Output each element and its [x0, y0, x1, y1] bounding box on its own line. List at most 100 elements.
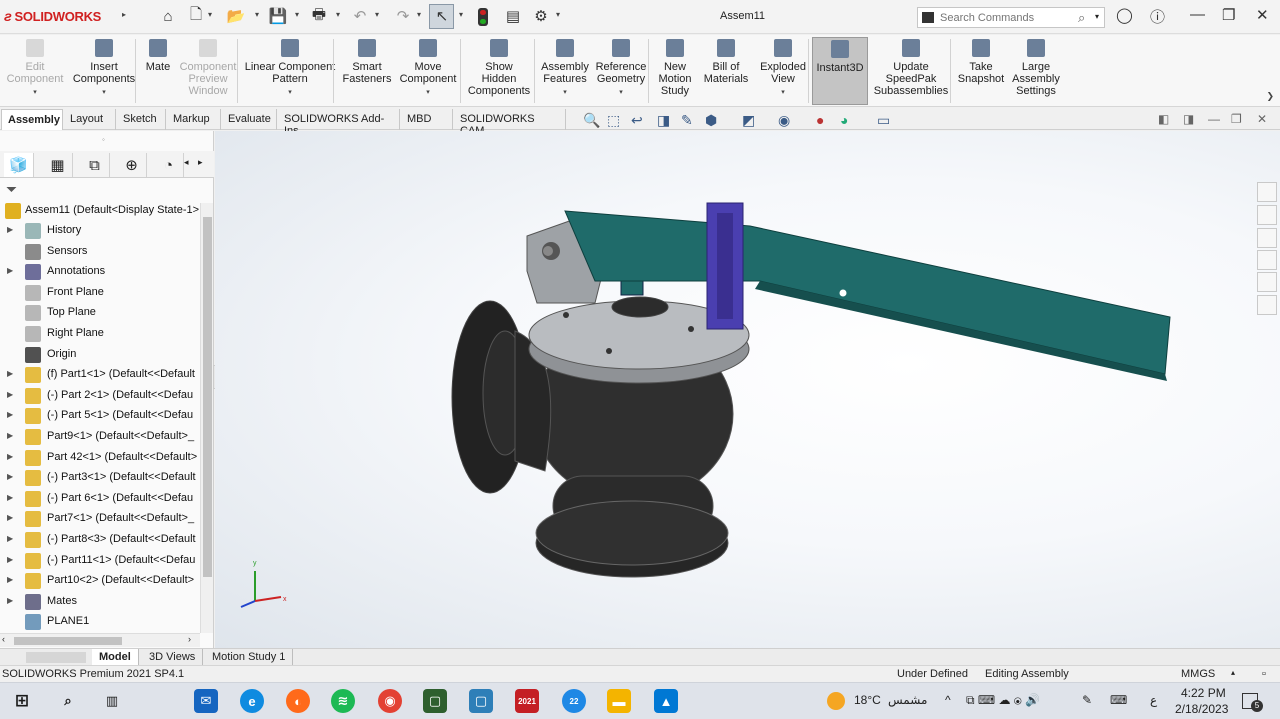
weather-temp[interactable]: 18°C: [854, 693, 881, 707]
component-preview-window-button[interactable]: Component Preview Window: [174, 37, 242, 105]
user-account-icon[interactable]: ◯: [1116, 6, 1133, 24]
tab-3d-views[interactable]: 3D Views: [142, 649, 204, 665]
undo-icon[interactable]: ↶: [350, 6, 370, 26]
language-indicator[interactable]: ع: [1150, 693, 1157, 707]
tree-item[interactable]: ▶ Mates: [0, 592, 200, 612]
chevron-down-icon[interactable]: ▾: [556, 10, 564, 22]
solidworks-logo[interactable]: ƨ SOLIDWORKS: [4, 8, 101, 24]
graphics-area[interactable]: y x: [215, 131, 1280, 648]
hide-show-items-icon[interactable]: ◉: [778, 112, 790, 129]
tab-evaluate[interactable]: Evaluate: [222, 109, 277, 130]
options-gear-icon[interactable]: ⚙: [531, 6, 551, 26]
chevron-down-icon[interactable]: ▾: [459, 10, 467, 22]
chevron-down-icon[interactable]: ▾: [102, 87, 106, 99]
linear-component-pattern-button[interactable]: Linear Component Pattern ▾: [242, 37, 338, 105]
chevron-down-icon[interactable]: ▾: [288, 87, 292, 99]
app-window-icon[interactable]: ▢: [469, 689, 493, 713]
tree-horizontal-scrollbar[interactable]: ‹ ›: [0, 633, 200, 647]
tile-right-icon[interactable]: ◨: [1183, 112, 1194, 126]
tree-item[interactable]: PLANE1: [0, 612, 200, 631]
tree-item[interactable]: ▶ (-) Part3<1> (Default<<Default: [0, 468, 200, 488]
view-palette-icon[interactable]: [1257, 250, 1277, 270]
tab-navigation-arrows[interactable]: [26, 652, 86, 663]
tile-left-icon[interactable]: ◧: [1158, 112, 1169, 126]
property-manager-tab-icon[interactable]: ▦: [43, 153, 73, 177]
unit-system[interactable]: MMGS: [1181, 668, 1215, 680]
photos-icon[interactable]: ▲: [654, 689, 678, 713]
expand-arrow-icon[interactable]: ▶: [7, 555, 13, 564]
expand-arrow-icon[interactable]: ▶: [7, 225, 13, 234]
chevron-down-icon[interactable]: ▾: [295, 10, 303, 22]
app-window-icon[interactable]: ▢: [423, 689, 447, 713]
widgets-icon[interactable]: ▥: [100, 689, 124, 713]
file-explorer-icon[interactable]: ▬: [607, 689, 631, 713]
clock-date[interactable]: 2/18/2023: [1175, 702, 1228, 716]
move-component-button[interactable]: Move Component ▾: [395, 37, 461, 105]
reference-geometry-button[interactable]: Reference Geometry ▾: [593, 37, 649, 105]
update-speedpak-button[interactable]: Update SpeedPak Subassemblies: [872, 37, 950, 105]
instant3d-button[interactable]: Instant3D: [812, 37, 868, 105]
tab-mbd[interactable]: MBD: [401, 109, 453, 130]
redo-icon[interactable]: ↷: [393, 6, 413, 26]
minimize-icon[interactable]: —: [1190, 6, 1205, 23]
tree-item[interactable]: ▶ (-) Part 6<1> (Default<<Defau: [0, 489, 200, 509]
tree-item[interactable]: ▶ (-) Part8<3> (Default<<Default: [0, 530, 200, 550]
edit-appearance-icon[interactable]: ●: [816, 112, 824, 128]
tab-assembly[interactable]: Assembly: [1, 109, 63, 130]
new-document-icon[interactable]: 🗋: [186, 6, 206, 26]
chevron-down-icon[interactable]: ▾: [336, 10, 344, 22]
tab-scroll-right-icon[interactable]: ▸: [198, 157, 203, 168]
doc-minimize-icon[interactable]: —: [1208, 112, 1220, 126]
windows-start-icon[interactable]: ⊞: [10, 689, 34, 713]
expand-arrow-icon[interactable]: ▶: [7, 452, 13, 461]
expand-arrow-icon[interactable]: ▶: [7, 369, 13, 378]
pen-icon[interactable]: ✎: [1082, 693, 1092, 707]
doc-restore-icon[interactable]: ❐: [1231, 112, 1242, 126]
large-assembly-settings-button[interactable]: Large Assembly Settings: [1008, 37, 1064, 105]
tree-root-assembly[interactable]: Assem11 (Default<Display State-1>: [0, 201, 200, 221]
sun-weather-icon[interactable]: [827, 692, 845, 710]
chevron-up-icon[interactable]: ▴: [1231, 668, 1235, 677]
design-library-icon[interactable]: [1257, 205, 1277, 225]
ribbon-collapse-icon[interactable]: ❯: [1266, 91, 1274, 102]
save-icon[interactable]: 💾: [268, 6, 288, 26]
tab-solidworks-cam[interactable]: SOLIDWORKS CAM: [454, 109, 566, 137]
panel-grip-icon[interactable]: ◦: [102, 135, 105, 144]
scroll-thumb[interactable]: [14, 637, 122, 645]
zoom-to-fit-icon[interactable]: 🔍: [583, 112, 600, 129]
clock-time[interactable]: 4:22 PM: [1181, 686, 1226, 700]
tab-markup[interactable]: Markup: [167, 109, 221, 130]
tab-layout[interactable]: Layout: [64, 109, 116, 130]
display-style-icon[interactable]: ◩: [742, 112, 755, 129]
insert-components-button[interactable]: Insert Components ▾: [70, 37, 138, 105]
doc-close-icon[interactable]: ✕: [1257, 112, 1267, 126]
weather-label[interactable]: مشمس: [888, 693, 927, 707]
tree-item[interactable]: Sensors: [0, 242, 200, 262]
chevron-down-icon[interactable]: ▾: [255, 10, 263, 22]
view-orientation-icon[interactable]: ⬢: [705, 112, 717, 129]
chevron-down-icon[interactable]: ▾: [375, 10, 383, 22]
edit-component-button[interactable]: Edit Component ▾: [4, 37, 66, 105]
tab-model[interactable]: Model: [92, 649, 139, 665]
expand-arrow-icon[interactable]: ▶: [7, 266, 13, 275]
apply-scene-icon[interactable]: ◕: [840, 112, 848, 128]
file-explorer-icon[interactable]: [1257, 228, 1277, 248]
tree-item[interactable]: ▶ (f) Part1<1> (Default<<Default: [0, 365, 200, 385]
tree-item[interactable]: Origin: [0, 345, 200, 365]
expand-arrow-icon[interactable]: ▶: [7, 493, 13, 502]
file-properties-icon[interactable]: ▤: [503, 6, 523, 26]
chevron-down-icon[interactable]: ▾: [563, 87, 567, 99]
previous-view-icon[interactable]: ↩: [631, 112, 643, 129]
chevron-down-icon[interactable]: ▾: [33, 87, 37, 99]
smart-fasteners-button[interactable]: Smart Fasteners: [339, 37, 395, 105]
expand-arrow-icon[interactable]: ▶: [7, 596, 13, 605]
open-folder-icon[interactable]: 📂: [226, 6, 246, 26]
keyboard-icon[interactable]: ⌨: [1110, 693, 1127, 707]
chevron-down-icon[interactable]: ▾: [208, 10, 216, 22]
tree-item[interactable]: ▶ Part10<2> (Default<<Default>: [0, 571, 200, 591]
tree-item[interactable]: ▶ Part9<1> (Default<<Default>_: [0, 427, 200, 447]
assembly-features-button[interactable]: Assembly Features ▾: [538, 37, 592, 105]
tree-item[interactable]: ▶ (-) Part11<1> (Default<<Defau: [0, 551, 200, 571]
tree-item[interactable]: Right Plane: [0, 324, 200, 344]
spotify-icon[interactable]: ≋: [331, 689, 355, 713]
